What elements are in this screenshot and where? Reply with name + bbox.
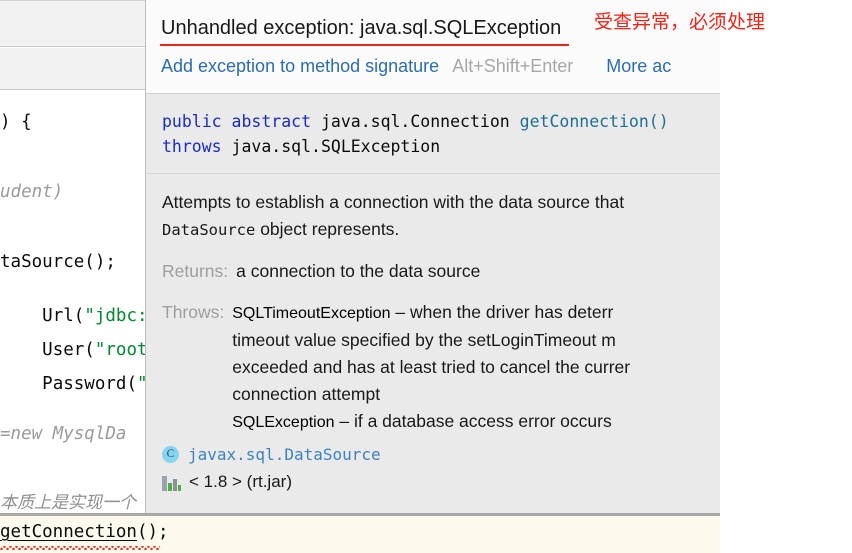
javadoc-description-line-1: Attempts to establish a connection with … xyxy=(162,189,720,216)
keyword-throws: throws xyxy=(162,137,222,156)
return-type: java.sql.Connection xyxy=(311,112,520,131)
code-fragment: Password( xyxy=(42,374,137,394)
intention-action-popup[interactable]: Unhandled exception: java.sql.SQLExcepti… xyxy=(145,0,720,513)
throws-desc: – if a database access error occurs xyxy=(334,411,612,431)
keyword-abstract: abstract xyxy=(231,112,312,131)
code-comment-line: 本质上是实现一个 xyxy=(0,493,136,513)
javadoc-throws-row: Throws: SQLTimeoutException – when the d… xyxy=(162,299,720,436)
method-call-underlined: getConnection xyxy=(0,522,137,542)
jar-library-icon xyxy=(162,474,181,491)
description-text: object represents. xyxy=(255,219,400,239)
caret-code-line[interactable]: getConnection(); xyxy=(0,516,720,553)
throws-label: Throws: xyxy=(162,302,225,322)
popup-footer: C javax.sql.DataSource < 1.8 > (rt.jar) xyxy=(162,440,381,496)
code-line: ) { xyxy=(0,112,32,132)
library-row: < 1.8 > (rt.jar) xyxy=(162,468,381,496)
quick-fix-actions[interactable]: Add exception to method signature Alt+Shi… xyxy=(161,56,671,84)
code-line: Password("12 xyxy=(0,354,168,414)
class-icon: C xyxy=(162,445,179,463)
code-fragment: (); xyxy=(136,522,169,542)
throws-desc: – when the driver has deterr xyxy=(390,302,614,322)
method-signature-block: public abstract java.sql.Connection getC… xyxy=(146,95,720,174)
signature-line-2: throws java.sql.SQLException xyxy=(162,134,720,159)
throws-entry-1-line-1: SQLTimeoutException – when the driver ha… xyxy=(232,299,630,327)
code-line-hint: udent) xyxy=(0,182,64,202)
code-line-hint: =new MysqlDa xyxy=(0,424,127,444)
returns-value: a connection to the data source xyxy=(236,261,481,281)
javadoc-description-line-2: DataSource object represents. xyxy=(162,216,720,244)
exception-link-sqltimeoutexception[interactable]: SQLTimeoutException xyxy=(232,305,390,322)
shortcut-hint: Alt+Shift+Enter xyxy=(452,56,574,76)
more-actions-link[interactable]: More ac xyxy=(606,56,671,76)
signature-line-1: public abstract java.sql.Connection getC… xyxy=(162,109,720,134)
editor-breadcrumb-bar[interactable] xyxy=(0,48,148,90)
method-name: getConnection xyxy=(519,112,649,131)
javadoc-body: Attempts to establish a connection with … xyxy=(146,177,720,436)
code-line: taSource(); xyxy=(0,252,116,272)
exception-title-underline xyxy=(160,44,569,46)
throws-entries: SQLTimeoutException – when the driver ha… xyxy=(232,299,630,436)
declaring-class-link[interactable]: javax.sql.DataSource xyxy=(188,445,381,464)
error-squiggle xyxy=(0,546,160,550)
inline-code-datasource: DataSource xyxy=(162,221,256,239)
exception-title: Unhandled exception: java.sql.SQLExcepti… xyxy=(161,17,562,39)
javadoc-returns-row: Returns: a connection to the data source xyxy=(162,258,720,285)
method-parens: () xyxy=(648,112,669,131)
declaring-class-row[interactable]: C javax.sql.DataSource xyxy=(162,440,381,468)
throws-entry-2-line-1: SQLException – if a database access erro… xyxy=(232,408,630,436)
thrown-type: java.sql.SQLException xyxy=(221,137,441,156)
editor-tab-bar[interactable] xyxy=(0,0,148,47)
exception-link-sqlexception[interactable]: SQLException xyxy=(232,414,334,431)
keyword-public: public xyxy=(162,112,222,131)
add-exception-to-signature-link[interactable]: Add exception to method signature xyxy=(161,56,439,76)
annotation-checked-exception: 受查异常，必须处理 xyxy=(594,11,766,33)
library-version-label: < 1.8 > (rt.jar) xyxy=(189,472,292,491)
throws-entry-1-line-4: connection attempt xyxy=(232,384,381,404)
description-text: Attempts to establish a connection with … xyxy=(162,192,625,212)
caret-code-text: getConnection(); xyxy=(0,522,169,542)
returns-label: Returns: xyxy=(162,261,229,281)
throws-entry-1-line-2: timeout value specified by the setLoginT… xyxy=(232,330,616,350)
throws-entry-1-line-3: exceeded and has at least tried to cance… xyxy=(232,357,631,377)
